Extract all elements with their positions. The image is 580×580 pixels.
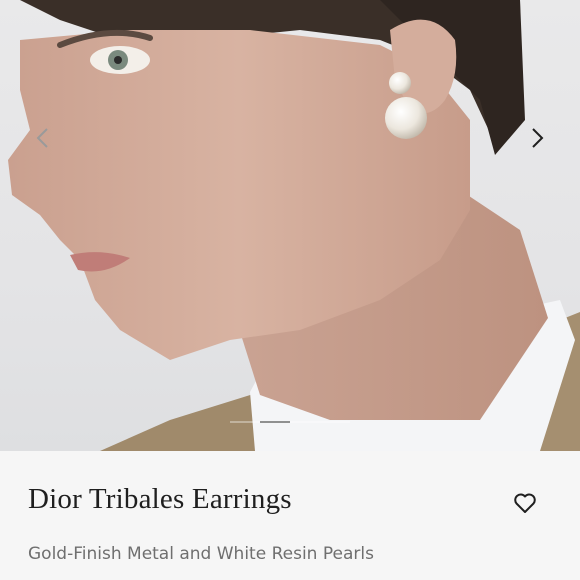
gallery-pager — [230, 421, 350, 423]
pager-dot[interactable] — [320, 421, 350, 423]
product-info: Dior Tribales Earrings Gold-Finish Metal… — [0, 451, 580, 580]
product-subtitle: Gold-Finish Metal and White Resin Pearls — [28, 544, 374, 564]
favorite-button[interactable] — [509, 487, 541, 519]
product-photo — [8, 0, 580, 451]
heart-outline-icon — [514, 493, 536, 513]
next-image-button[interactable] — [518, 118, 558, 158]
product-image-gallery[interactable] — [0, 0, 580, 451]
pager-dot[interactable] — [230, 421, 260, 423]
pager-dot-active[interactable] — [260, 421, 290, 423]
product-title: Dior Tribales Earrings — [28, 483, 292, 515]
chevron-right-icon — [532, 128, 544, 148]
chevron-left-icon — [36, 128, 48, 148]
previous-image-button[interactable] — [22, 118, 62, 158]
pager-dot[interactable] — [290, 421, 320, 423]
